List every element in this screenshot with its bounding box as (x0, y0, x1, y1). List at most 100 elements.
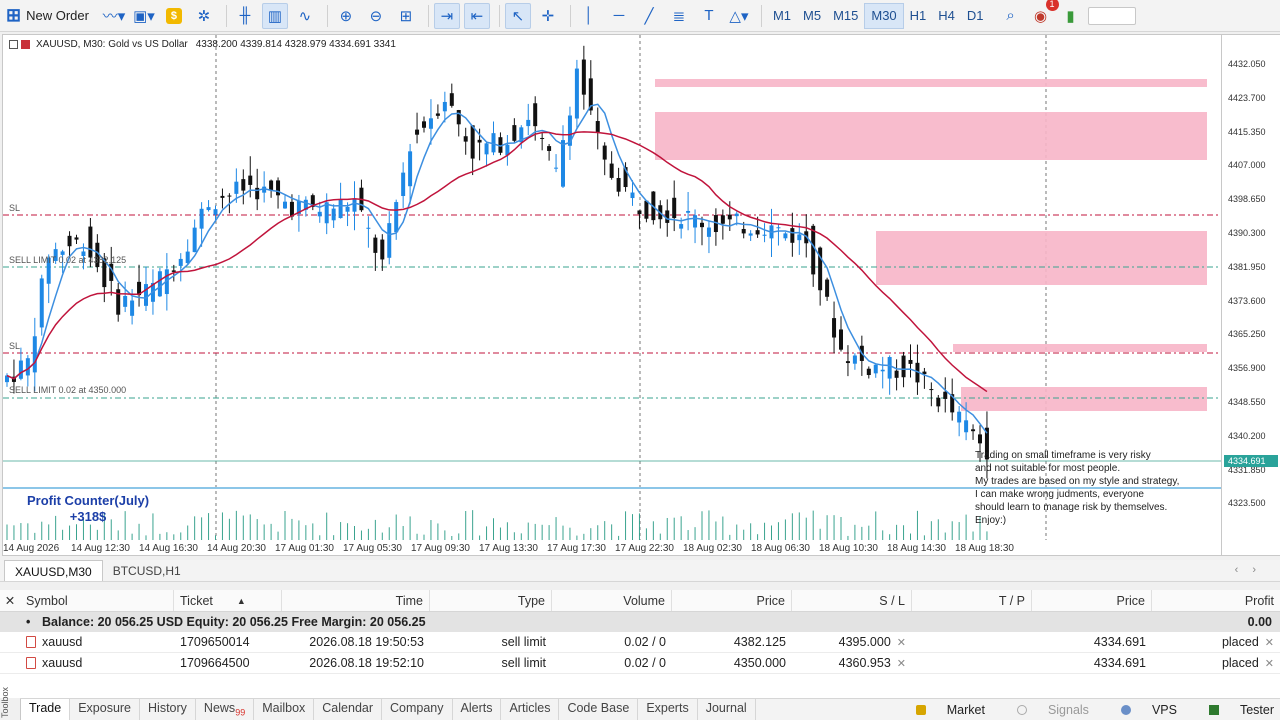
sell-limit-label[interactable]: SELL LIMIT 0.02 at 4350.000 (9, 385, 126, 395)
timeframe-m5[interactable]: M5 (797, 3, 827, 29)
candle-body (380, 239, 385, 260)
row-tp[interactable] (912, 653, 1032, 673)
close-terminal-icon[interactable]: ✕ (0, 590, 20, 611)
tester-button[interactable]: Tester (1193, 703, 1274, 717)
horizontal-line-icon[interactable]: ─ (606, 3, 632, 29)
toolbar-search-input[interactable] (1087, 6, 1136, 25)
row-profit[interactable]: placed ✕ (1152, 632, 1280, 652)
market-button[interactable]: Market (900, 703, 985, 717)
terminal-tab-code-base[interactable]: Code Base (559, 699, 639, 720)
bar-chart-icon[interactable]: ╫ (232, 3, 258, 29)
cursor-icon[interactable]: ↖ (504, 2, 531, 29)
candle-body (428, 118, 433, 129)
chart-shift-icon[interactable]: ⇤ (463, 2, 490, 29)
candle-body (248, 175, 253, 185)
remove-sl-icon[interactable]: ✕ (897, 636, 906, 649)
autoscroll-icon[interactable]: ⇥ (433, 2, 460, 29)
candle-body (554, 167, 559, 169)
timeframe-m1[interactable]: M1 (767, 3, 797, 29)
sell-limit-label[interactable]: SELL LIMIT 0.02 at 4382.125 (9, 255, 126, 265)
vertical-line-icon[interactable]: │ (576, 3, 602, 29)
signals-button[interactable]: Signals (1001, 703, 1089, 717)
line-chart-icon[interactable]: ∿ (292, 3, 318, 29)
price-axis-label: 4407.000 (1228, 160, 1266, 171)
shapes-icon[interactable]: △▾ (726, 3, 752, 29)
terminal-tab-news[interactable]: News99 (196, 699, 255, 720)
col-tp[interactable]: T / P (912, 590, 1032, 611)
timeframe-m30[interactable]: M30 (864, 2, 904, 29)
row-sl[interactable]: 4395.000 ✕ (792, 632, 912, 652)
col-ticket-label: Ticket (180, 593, 213, 608)
chart-type-icon[interactable]: 〰▾ (101, 3, 127, 29)
tab-scroll-arrows[interactable]: ‹› (1225, 560, 1280, 581)
row-sl-text: 4395.000 (838, 635, 891, 649)
col-profit[interactable]: Profit (1152, 590, 1280, 611)
grid-icon[interactable]: ⊞ (393, 3, 419, 29)
col-time[interactable]: Time (282, 590, 430, 611)
chart-template-icon[interactable]: ▣▾ (131, 3, 157, 29)
remove-sl-icon[interactable]: ✕ (897, 657, 906, 670)
candle-body (811, 225, 816, 275)
time-axis-label: 14 Aug 16:30 (139, 543, 198, 554)
terminal-tab-exposure[interactable]: Exposure (70, 699, 141, 720)
chart-tab-btcusd[interactable]: BTCUSD,H1 (103, 560, 191, 581)
cancel-order-icon[interactable]: ✕ (1265, 636, 1274, 649)
col-current-price[interactable]: Price (1032, 590, 1152, 611)
terminal-tab-history[interactable]: History (140, 699, 196, 720)
search-icon[interactable]: ⌕ (998, 3, 1024, 29)
candlestick-icon[interactable]: ▥ (261, 2, 288, 29)
terminal-tab-journal[interactable]: Journal (698, 699, 756, 720)
trade-row[interactable]: xauusd 1709650014 2026.08.18 19:50:53 sell … (0, 632, 1280, 653)
notifications-icon[interactable]: ◉ 1 (1028, 0, 1059, 29)
channel-icon[interactable]: ≣ (666, 3, 692, 29)
trendline-icon[interactable]: ╱ (636, 3, 662, 29)
toolbox-label[interactable]: Toolbox (0, 678, 20, 718)
candle-body (616, 178, 621, 192)
candle-body (422, 121, 426, 128)
row-sl[interactable]: 4360.953 ✕ (792, 653, 912, 673)
signal-strength-icon[interactable]: ▮ (1058, 3, 1084, 29)
auto-trading-icon[interactable]: ✲ (191, 3, 217, 29)
trading-icon[interactable]: $ (161, 3, 187, 29)
timeframe-m15[interactable]: M15 (827, 3, 864, 29)
crosshair-icon[interactable]: ✛ (535, 3, 561, 29)
zoom-in-icon[interactable]: ⊕ (333, 3, 359, 29)
terminal-tab-articles[interactable]: Articles (501, 699, 560, 720)
col-type[interactable]: Type (430, 590, 552, 611)
vps-button[interactable]: VPS (1105, 703, 1177, 717)
timeframe-d1[interactable]: D1 (961, 3, 990, 29)
terminal-tab-trade[interactable]: Trade (20, 699, 71, 720)
terminal-tab-alerts[interactable]: Alerts (453, 699, 502, 720)
terminal-tab-experts[interactable]: Experts (638, 699, 698, 720)
time-axis-label: 18 Aug 18:30 (955, 543, 1014, 554)
terminal-tab-mailbox[interactable]: Mailbox (254, 699, 315, 720)
summary-bullet-icon: • (26, 615, 31, 629)
chart-tab-xauusd[interactable]: XAUUSD,M30 (4, 560, 103, 581)
col-sl[interactable]: S / L (792, 590, 912, 611)
candle-body (144, 284, 148, 306)
row-tp[interactable] (912, 632, 1032, 652)
terminal-tab-company[interactable]: Company (382, 699, 453, 720)
cancel-order-icon[interactable]: ✕ (1265, 657, 1274, 670)
window-icon (9, 40, 18, 49)
candle-body (39, 278, 44, 328)
col-price[interactable]: Price (672, 590, 792, 611)
tester-label: Tester (1239, 702, 1274, 717)
col-volume[interactable]: Volume (552, 590, 672, 611)
row-profit[interactable]: placed ✕ (1152, 653, 1280, 673)
col-ticket[interactable]: Ticket ▲ (174, 590, 282, 611)
timeframe-h4[interactable]: H4 (932, 3, 961, 29)
candle-body (88, 226, 93, 258)
terminal-tab-calendar[interactable]: Calendar (314, 699, 383, 720)
col-symbol[interactable]: Symbol (20, 590, 174, 611)
row-price: 4382.125 (733, 635, 786, 649)
candle-body (901, 355, 906, 378)
new-order-button[interactable]: ⊞ New Order (6, 3, 97, 29)
candle-body (894, 370, 899, 378)
price-axis-label: 4415.350 (1228, 126, 1266, 137)
trade-row[interactable]: xauusd 1709664500 2026.08.18 19:52:10 sell … (0, 653, 1280, 674)
text-icon[interactable]: T (696, 3, 722, 29)
price-chart[interactable]: XAUUSD, M30: Gold vs US Dollar 4338.200 … (2, 34, 1222, 556)
zoom-out-icon[interactable]: ⊖ (363, 3, 389, 29)
timeframe-h1[interactable]: H1 (904, 3, 933, 29)
